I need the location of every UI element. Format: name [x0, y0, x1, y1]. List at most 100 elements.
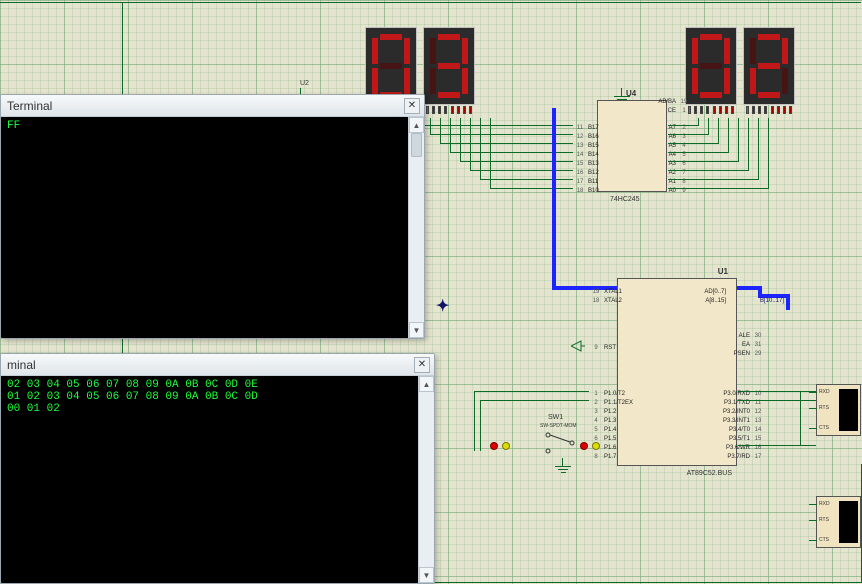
component-ref: U4 — [626, 89, 636, 98]
component-part: 74HC245 — [610, 196, 640, 203]
wire — [728, 118, 729, 153]
pin: 13B15 — [574, 141, 599, 150]
probe-red[interactable] — [580, 442, 588, 450]
scroll-down-button[interactable]: ▼ — [419, 567, 434, 583]
pin: EA31 — [734, 340, 764, 349]
bus — [786, 294, 790, 310]
pin: 16B12 — [574, 168, 599, 177]
chevron-down-icon: ▼ — [423, 571, 431, 580]
wire — [480, 179, 573, 180]
wire — [430, 118, 431, 135]
pin: P3.2/INT012 — [723, 407, 764, 416]
seven-seg-pair-right — [685, 27, 795, 105]
pin-label: RTS — [819, 405, 829, 411]
pin-label: RXD — [819, 501, 830, 507]
wire — [758, 118, 759, 180]
scroll-thumb[interactable] — [411, 133, 422, 157]
terminal-window-top[interactable]: Terminal ✕ FF ▲ ▼ — [0, 94, 425, 339]
pin: 5P1.4 — [590, 425, 633, 434]
component-part: AT89C52.BUS — [687, 470, 732, 477]
wire — [460, 118, 461, 162]
schematic-canvas[interactable]: U2 U4 74HC245 11B1712B1613B1514B1415B131… — [0, 0, 862, 584]
probe-yellow[interactable] — [592, 442, 600, 450]
scroll-up-button[interactable]: ▲ — [419, 376, 434, 392]
window-title: Terminal — [7, 99, 52, 113]
close-icon: ✕ — [418, 359, 426, 370]
seven-seg-digit — [685, 27, 737, 105]
close-button[interactable]: ✕ — [404, 98, 420, 114]
wire — [738, 400, 816, 401]
scroll-down-button[interactable]: ▼ — [409, 322, 424, 338]
pin: AD[0..7] — [704, 287, 740, 296]
virtual-terminal[interactable]: RXD RTS CTS — [816, 384, 861, 436]
wire — [474, 391, 589, 392]
titlebar[interactable]: Terminal ✕ — [1, 95, 424, 117]
wire — [420, 125, 573, 126]
terminal-output[interactable]: 02 03 04 05 06 07 08 09 0A 0B 0C 0D 0E 0… — [1, 376, 434, 583]
ic-u1[interactable]: U1 AT89C52.BUS 19XTAL118XTAL2 9RST 1P1.0… — [617, 278, 737, 466]
pin: 18XTAL2 — [590, 296, 622, 305]
scrollbar[interactable]: ▲ ▼ — [408, 117, 424, 338]
wire — [450, 118, 451, 153]
wire — [718, 118, 719, 144]
scrollbar[interactable]: ▲ ▼ — [418, 376, 434, 583]
wire — [698, 118, 699, 126]
wire — [668, 170, 748, 171]
chevron-up-icon: ▲ — [413, 121, 421, 130]
probe-red[interactable] — [490, 442, 498, 450]
pin: P3.4/T014 — [723, 425, 764, 434]
virtual-terminal[interactable]: RXD RTS CTS — [816, 496, 861, 548]
probe-yellow[interactable] — [502, 442, 510, 450]
ic-u4[interactable]: U4 74HC245 11B1712B1613B1514B1415B1316B1… — [597, 100, 667, 192]
pin: 11B17 — [574, 123, 599, 132]
pin: P3.3/INT113 — [723, 416, 764, 425]
wire — [490, 188, 573, 189]
wire — [738, 445, 816, 446]
pin: A[8..15] — [704, 296, 740, 305]
wire — [668, 161, 738, 162]
titlebar[interactable]: minal ✕ — [1, 354, 434, 376]
seven-seg-digit — [423, 27, 475, 105]
wire — [0, 2, 861, 3]
wire — [668, 188, 768, 189]
pin: 2P1.1/T2EX — [590, 398, 633, 407]
pin: CE1 — [658, 106, 690, 115]
power-arrow — [571, 340, 585, 352]
pin: AB/BA19 — [658, 97, 690, 106]
wire — [480, 400, 589, 401]
terminal-output[interactable]: FF — [1, 117, 424, 338]
pin: 1P1.0/T2 — [590, 389, 633, 398]
pin: PSEN29 — [734, 349, 764, 358]
bus-label: B[10..17] — [760, 298, 784, 304]
wire — [480, 118, 481, 180]
scroll-up-button[interactable]: ▲ — [409, 117, 424, 133]
switch-sw1[interactable] — [545, 432, 575, 454]
pin-label: RTS — [819, 517, 829, 523]
seven-seg-digit — [743, 27, 795, 105]
wire — [738, 391, 816, 392]
pin: 17B11 — [574, 177, 599, 186]
wire — [768, 118, 769, 189]
close-button[interactable]: ✕ — [414, 357, 430, 373]
chevron-up-icon: ▲ — [423, 380, 431, 389]
wire — [668, 143, 718, 144]
close-icon: ✕ — [408, 100, 416, 111]
pin-label: RXD — [819, 389, 830, 395]
chevron-down-icon: ▼ — [413, 326, 421, 335]
pin-label: CTS — [819, 537, 829, 543]
origin-marker: ✦ — [436, 296, 449, 316]
component-ref: U2 — [300, 80, 309, 87]
wire — [470, 170, 573, 171]
wire — [480, 400, 481, 451]
pin: 3P1.2 — [590, 407, 633, 416]
component-part: SW-SPDT-MOM — [540, 423, 577, 429]
window-title: minal — [7, 358, 36, 372]
pin: 18B10 — [574, 186, 599, 195]
wire — [748, 118, 749, 171]
terminal-window-bottom[interactable]: minal ✕ 02 03 04 05 06 07 08 09 0A 0B 0C… — [0, 353, 435, 584]
wire — [668, 179, 758, 180]
wire — [460, 161, 573, 162]
pin: 9RST — [590, 343, 616, 352]
pin: 19XTAL1 — [590, 287, 622, 296]
component-ref: SW1 — [548, 414, 563, 421]
